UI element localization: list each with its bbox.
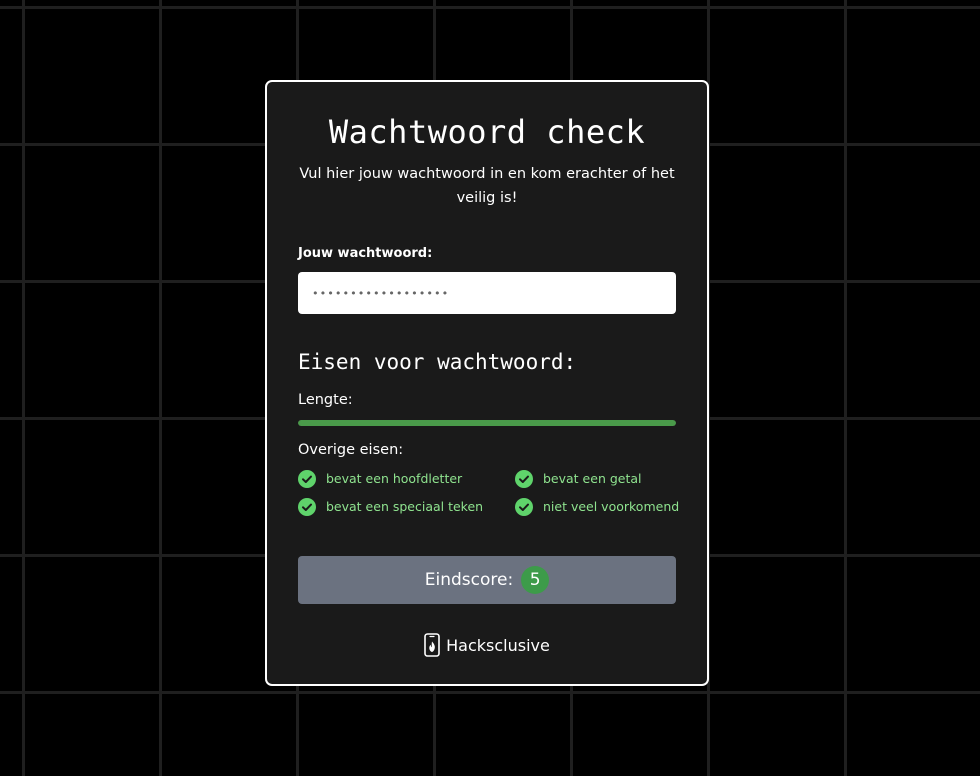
final-score-button[interactable]: Eindscore: 5 <box>298 556 676 604</box>
check-label: niet veel voorkomend <box>543 499 680 514</box>
check-circle-icon <box>298 470 316 488</box>
check-circle-icon <box>298 498 316 516</box>
page-subtitle: Vul hier jouw wachtwoord in en kom erach… <box>299 166 675 206</box>
password-input[interactable] <box>298 272 676 314</box>
check-item-uncommon: niet veel voorkomend <box>515 498 680 516</box>
length-progress-bar <box>298 420 676 426</box>
check-label: bevat een getal <box>543 471 642 486</box>
requirements-checklist: bevat een hoofdletter bevat een getal be… <box>298 470 680 516</box>
check-item-number: bevat een getal <box>515 470 678 488</box>
check-label: bevat een hoofdletter <box>326 471 463 486</box>
length-label: Lengte: <box>298 392 353 408</box>
phone-flame-icon <box>424 633 440 657</box>
password-label: Jouw wachtwoord: <box>298 246 433 261</box>
check-circle-icon <box>515 498 533 516</box>
check-item-special-char: bevat een speciaal teken <box>298 498 515 516</box>
check-label: bevat een speciaal teken <box>326 499 484 514</box>
brand-name: Hacksclusive <box>446 635 550 655</box>
other-requirements-label: Overige eisen: <box>298 442 404 458</box>
footer-brand: Hacksclusive <box>298 632 676 658</box>
password-check-card: Wachtwoord check Vul hier jouw wachtwoor… <box>265 80 709 686</box>
final-score-label: Eindscore: <box>424 570 514 590</box>
requirements-title: Eisen voor wachtwoord: <box>298 350 577 374</box>
length-progress-fill <box>298 420 676 426</box>
check-circle-icon <box>515 470 533 488</box>
page-title: Wachtwoord check <box>328 113 646 151</box>
final-score-badge: 5 <box>521 566 550 594</box>
check-item-uppercase: bevat een hoofdletter <box>298 470 515 488</box>
